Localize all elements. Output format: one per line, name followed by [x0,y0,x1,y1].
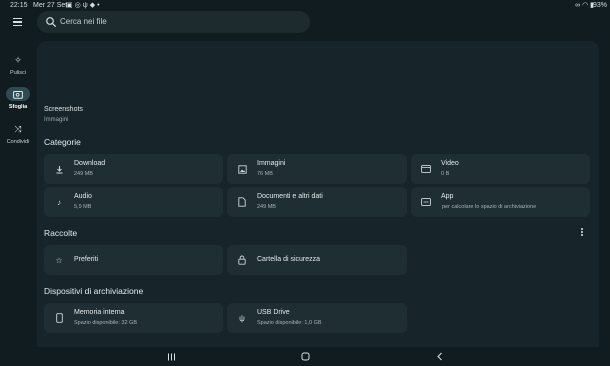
card-subtitle: 249 MB [257,204,276,210]
star-icon: ☆ [55,255,63,265]
card-subtitle: per calcolare lo spazio di archiviazione [442,204,537,210]
storage-card-usb-drive[interactable]: ψ USB Drive Spazio disponibile: 1,0 GB [227,303,407,333]
wifi-icon: ◠ [582,2,589,9]
document-icon [236,196,248,208]
notification-icons: ▣◎ψ◆• [66,1,102,9]
card-subtitle: Spazio disponibile: 32 GB [74,320,137,326]
search-input[interactable]: Cerca nei file [37,11,310,33]
search-icon [46,17,56,27]
home-button[interactable] [298,350,312,363]
rail-item-label: Sfoglia [8,104,28,110]
usb-notification-icon: ψ [82,2,90,9]
recent-apps-icon [167,353,175,360]
main-panel: Screenshots Immagini Categorie Download … [37,41,599,347]
collection-card-preferiti[interactable]: ☆ Preferiti [44,245,223,275]
video-icon [420,163,432,175]
card-title: Cartella di sicurezza [257,256,321,263]
category-card-download[interactable]: Download 249 MB [44,154,223,184]
download-icon [53,163,65,175]
share-icon: ⤨ [14,123,22,134]
category-card-immagini[interactable]: Immagini 76 MB [227,154,407,184]
card-subtitle: Spazio disponibile: 1,0 GB [257,320,322,326]
category-card-audio[interactable]: ♪ Audio 5,9 MB [44,187,223,217]
back-button[interactable] [433,350,447,363]
more-notifications-icon: • [97,2,102,9]
card-title: Preferiti [74,256,99,263]
link-icon: ∞ [575,2,581,9]
screenshots-subtitle: Immagini [44,117,69,123]
more-options-icon[interactable] [578,226,586,238]
rail-item-label: Condividi [6,139,30,145]
card-subtitle: 76 MB [257,171,273,177]
card-title: Memoria interna [74,309,125,316]
back-icon [437,352,442,361]
status-time: 22:15 [10,2,28,9]
phone-storage-icon [53,312,65,324]
browse-folder-icon [6,87,30,101]
card-subtitle: 249 MB [74,171,93,177]
section-title-categorie: Categorie [44,137,81,147]
screenshots-title[interactable]: Screenshots [44,106,83,113]
rail-item-sfoglia[interactable]: Sfoglia [0,87,36,110]
category-card-video[interactable]: Video 0 B [411,154,590,184]
menu-icon[interactable] [9,14,25,30]
card-title: Download [74,160,106,167]
system-icons: ∞ ◠ ▮ [575,1,594,9]
battery-percent: 93% [592,2,607,9]
card-title: Video [441,160,459,167]
location-icon: ◎ [74,2,83,9]
card-subtitle: 0 B [441,171,450,177]
lock-icon [236,254,248,266]
navigation-bar [0,347,610,366]
calendar-icon: ▣ [66,2,75,9]
sparkles-icon: ✧ [14,54,22,65]
home-icon [301,352,309,361]
category-card-documenti[interactable]: Documenti e altri dati 249 MB [227,187,407,217]
category-card-app[interactable]: App per calcolare lo spazio di archiviaz… [411,187,590,217]
card-title: App [441,193,454,200]
card-title: Documenti e altri dati [257,193,323,200]
rail-item-label: Pulisci [10,70,26,76]
recent-apps-button[interactable] [164,350,178,363]
rail-item-condividi[interactable]: ⤨ Condividi [0,122,36,146]
rail-item-pulisci[interactable]: ✧ Pulisci [0,53,36,77]
search-placeholder: Cerca nei file [60,17,107,26]
status-date: Mer 27 Set [33,2,68,9]
section-title-raccolte: Raccolte [44,228,78,238]
card-title: Immagini [257,160,286,167]
card-subtitle: 5,9 MB [74,204,92,210]
card-title: USB Drive [257,309,290,316]
section-title-dispositivi: Dispositivi di archiviazione [44,286,144,296]
music-note-icon: ♪ [57,197,61,207]
storage-card-memoria-interna[interactable]: Memoria interna Spazio disponibile: 32 G… [44,303,223,333]
app-icon [420,196,432,208]
card-title: Audio [74,193,92,200]
collection-card-cartella-sicurezza[interactable]: Cartella di sicurezza [227,245,407,275]
image-icon [236,163,248,175]
usb-icon: ψ [239,313,245,323]
